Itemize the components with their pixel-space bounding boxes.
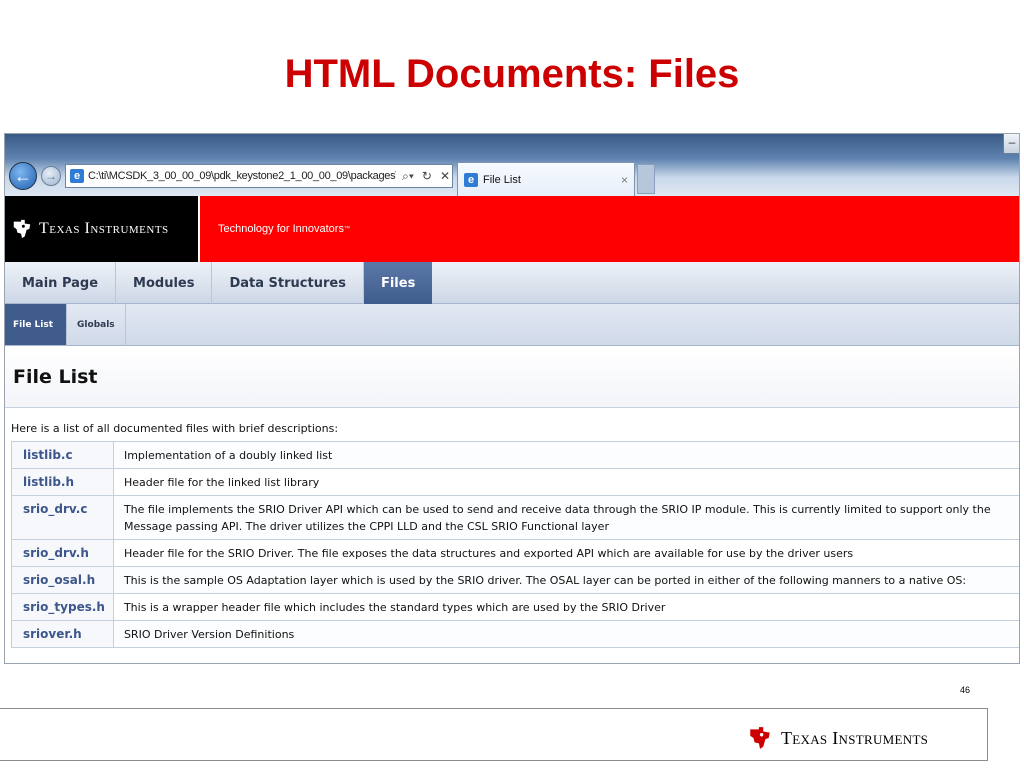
back-arrow-icon[interactable]: ← <box>9 162 37 190</box>
sub-nav-tabs: File List Globals <box>5 304 1019 346</box>
tab-close-icon[interactable]: × <box>621 173 628 187</box>
file-description: The file implements the SRIO Driver API … <box>112 495 1019 540</box>
footer-logo-text: Texas Instruments <box>781 727 929 748</box>
table-row: listlib.h Header file for the linked list… <box>11 468 1019 496</box>
intro-text: Here is a list of all documented files w… <box>11 422 339 435</box>
ti-header: Texas Instruments Technology for Innovat… <box>5 196 1019 262</box>
file-description: Implementation of a doubly linked list <box>112 441 1019 469</box>
browser-tab-file-list[interactable]: e File List × <box>457 162 635 196</box>
browser-tab-label: File List <box>483 173 521 186</box>
slide-title: HTML Documents: Files <box>284 52 740 96</box>
trademark-mark: ™ <box>343 226 350 232</box>
tab-main-page[interactable]: Main Page <box>5 262 117 304</box>
main-nav-tabs: Main Page Modules Data Structures Files <box>5 262 1019 304</box>
file-link[interactable]: listlib.h <box>11 468 114 496</box>
slide-footer: Texas Instruments <box>0 708 988 761</box>
footer-logo: Texas Instruments <box>747 725 928 751</box>
table-row: srio_osal.h This is the sample OS Adaptat… <box>11 566 1019 594</box>
file-description: Header file for the SRIO Driver. The fil… <box>112 539 1019 567</box>
ti-brand[interactable]: Texas Instruments <box>5 196 198 262</box>
ti-tagline: Technology for Innovators ™ <box>198 196 1019 262</box>
page-number: 46 <box>960 685 971 695</box>
file-link[interactable]: sriover.h <box>11 620 114 648</box>
tab-globals[interactable]: Globals <box>67 304 126 345</box>
new-tab-button[interactable] <box>637 164 655 194</box>
ti-logo-icon <box>13 219 31 239</box>
file-table: listlib.c Implementation of a doubly link… <box>11 441 1019 648</box>
file-link[interactable]: listlib.c <box>11 441 114 469</box>
file-link[interactable]: srio_osal.h <box>11 566 114 594</box>
file-description: This is a wrapper header file which incl… <box>112 593 1019 621</box>
tab-files[interactable]: Files <box>363 262 433 304</box>
search-icon[interactable]: ⌕▾ <box>400 169 416 184</box>
table-row: sriover.h SRIO Driver Version Definitions <box>11 620 1019 648</box>
ie-tab-icon: e <box>464 172 478 187</box>
file-description: Header file for the linked list library <box>112 468 1019 496</box>
file-link[interactable]: srio_drv.c <box>11 495 114 540</box>
page-title: File List <box>13 366 98 388</box>
ti-tagline-text: Technology for Innovators <box>218 223 344 235</box>
address-bar[interactable]: e C:\ti\MCSDK_3_00_00_09\pdk_keystone2_1… <box>65 164 453 188</box>
browser-toolbar: ← → e C:\ti\MCSDK_3_00_00_09\pdk_keyston… <box>5 134 1019 196</box>
table-row: srio_drv.h Header file for the SRIO Drive… <box>11 539 1019 567</box>
tab-modules[interactable]: Modules <box>116 262 213 304</box>
tab-data-structures[interactable]: Data Structures <box>212 262 364 304</box>
ti-brand-text: Texas Instruments <box>39 220 169 237</box>
minimize-icon[interactable]: – <box>1003 134 1019 154</box>
page-header: File List <box>5 346 1019 408</box>
tab-file-list[interactable]: File List <box>5 304 68 345</box>
ie-page-icon: e <box>70 169 84 183</box>
ti-footer-logo-icon <box>750 727 770 749</box>
refresh-icon[interactable]: ↻ <box>420 169 434 183</box>
table-row: srio_drv.c The file implements the SRIO D… <box>11 495 1019 540</box>
file-link[interactable]: srio_types.h <box>11 593 114 621</box>
address-text[interactable]: C:\ti\MCSDK_3_00_00_09\pdk_keystone2_1_0… <box>88 170 396 182</box>
stop-icon[interactable]: ✕ <box>438 169 452 183</box>
file-description: This is the sample OS Adaptation layer w… <box>112 566 1019 594</box>
file-description: SRIO Driver Version Definitions <box>112 620 1019 648</box>
table-row: listlib.c Implementation of a doubly link… <box>11 441 1019 469</box>
table-row: srio_types.h This is a wrapper header fil… <box>11 593 1019 621</box>
forward-arrow-icon[interactable]: → <box>41 166 61 186</box>
file-link[interactable]: srio_drv.h <box>11 539 114 567</box>
browser-window: ← → e C:\ti\MCSDK_3_00_00_09\pdk_keyston… <box>4 133 1020 664</box>
